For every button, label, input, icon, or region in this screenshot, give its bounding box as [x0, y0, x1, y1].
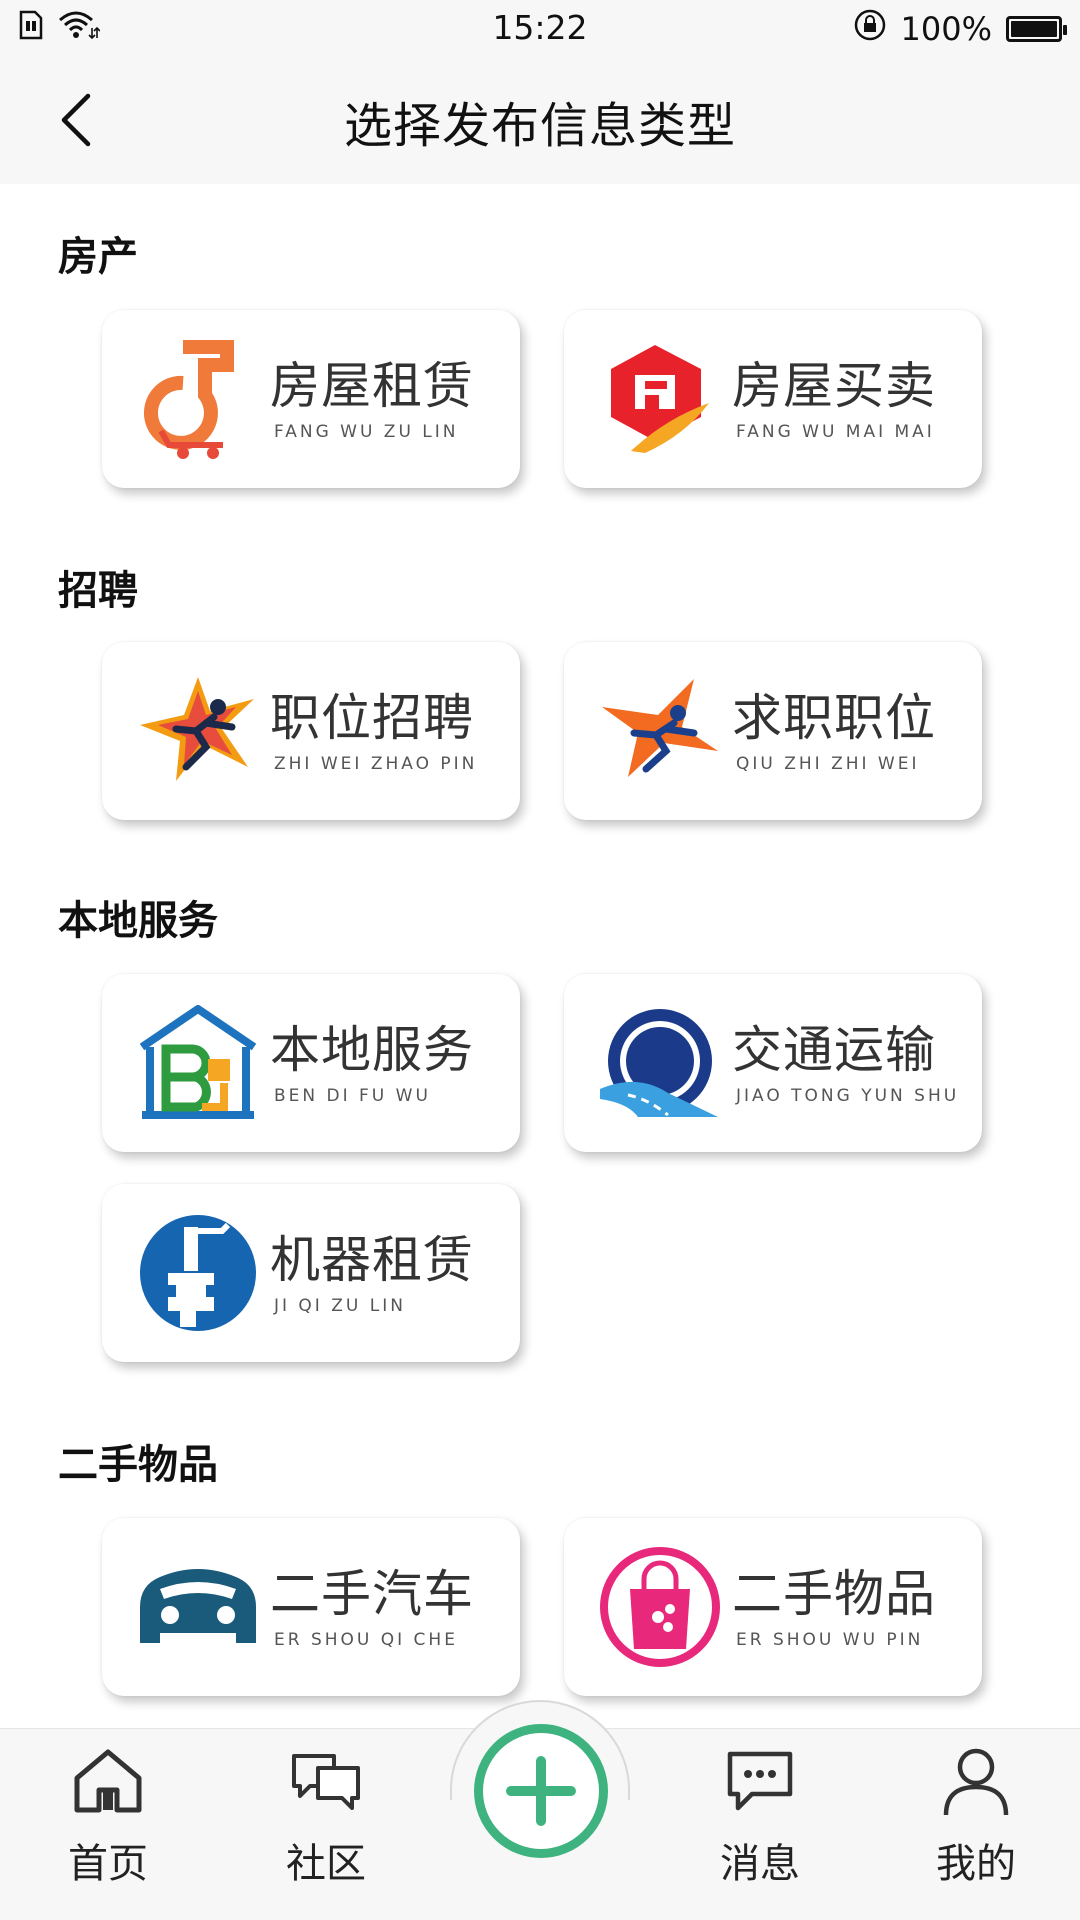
card-title: 交通运输	[732, 1021, 936, 1079]
card-house-sale[interactable]: 房屋买卖 FANG WU MAI MAI	[564, 310, 982, 488]
home-icon	[68, 1741, 148, 1821]
message-icon	[720, 1741, 800, 1821]
card-title: 二手物品	[732, 1565, 936, 1623]
section-title-second-hand: 二手物品	[58, 1442, 218, 1488]
publish-button[interactable]	[474, 1724, 608, 1858]
tab-messages[interactable]: 消息	[680, 1741, 840, 1911]
status-bar: 15:22 100%	[0, 0, 1080, 58]
card-pinyin: BEN DI FU WU	[274, 1086, 431, 1106]
user-icon	[936, 1741, 1016, 1821]
card-title: 二手汽车	[270, 1565, 474, 1623]
house-b-icon	[136, 1001, 260, 1125]
card-job-posting[interactable]: 职位招聘 ZHI WEI ZHAO PIN	[102, 642, 520, 820]
card-job-seeking[interactable]: 求职职位 QIU ZHI ZHI WEI	[564, 642, 982, 820]
key-cart-icon	[136, 337, 260, 461]
house-hexagon-icon	[598, 337, 722, 461]
tab-profile[interactable]: 我的	[896, 1741, 1056, 1911]
card-title: 机器租赁	[270, 1231, 474, 1289]
battery-icon	[1006, 16, 1067, 42]
back-button[interactable]	[44, 88, 108, 152]
card-transport[interactable]: 交通运输 JIAO TONG YUN SHU	[564, 974, 982, 1152]
nav-bar: 选择发布信息类型	[0, 58, 1080, 184]
card-title: 职位招聘	[270, 689, 474, 747]
page-title: 选择发布信息类型	[343, 98, 736, 154]
card-title: 房屋买卖	[732, 357, 936, 415]
chat-bubbles-icon	[286, 1741, 366, 1821]
card-house-rent[interactable]: 房屋租赁 FANG WU ZU LIN	[102, 310, 520, 488]
card-used-goods[interactable]: 二手物品 ER SHOU WU PIN	[564, 1518, 982, 1696]
card-pinyin: ER SHOU WU PIN	[736, 1630, 924, 1650]
card-pinyin: JIAO TONG YUN SHU	[736, 1086, 960, 1106]
card-pinyin: ER SHOU QI CHE	[274, 1630, 458, 1650]
card-title: 房屋租赁	[270, 357, 474, 415]
card-title: 本地服务	[270, 1021, 474, 1079]
section-title-property: 房产	[58, 234, 138, 280]
tab-home[interactable]: 首页	[28, 1741, 188, 1911]
card-pinyin: FANG WU ZU LIN	[274, 422, 459, 442]
card-pinyin: ZHI WEI ZHAO PIN	[274, 754, 478, 774]
tab-community[interactable]: 社区	[246, 1741, 406, 1911]
tab-label: 我的	[936, 1841, 1016, 1887]
card-machine-rent[interactable]: 机器租赁 JI QI ZU LIN	[102, 1184, 520, 1362]
tab-label: 社区	[286, 1841, 366, 1887]
section-title-recruit: 招聘	[58, 568, 138, 614]
category-list[interactable]: 房产 房屋租赁 FANG WU ZU LIN 房屋买卖 FANG WU MAI …	[0, 184, 1080, 1728]
chevron-left-icon	[61, 93, 91, 147]
card-local-service[interactable]: 本地服务 BEN DI FU WU	[102, 974, 520, 1152]
road-tunnel-icon	[598, 1001, 722, 1125]
shopping-bag-icon	[598, 1545, 722, 1669]
card-title: 求职职位	[732, 689, 936, 747]
card-pinyin: FANG WU MAI MAI	[736, 422, 935, 442]
page: 15:22 100% 选择发布信息类型 房产 房屋租赁 FANG WU ZU L…	[0, 0, 1080, 1920]
card-used-car[interactable]: 二手汽车 ER SHOU QI CHE	[102, 1518, 520, 1696]
card-pinyin: QIU ZHI ZHI WEI	[736, 754, 920, 774]
card-pinyin: JI QI ZU LIN	[274, 1296, 406, 1316]
tab-label: 首页	[68, 1841, 148, 1887]
machine-circle-icon	[136, 1211, 260, 1335]
runner-arrow-icon	[598, 669, 722, 793]
status-time: 15:22	[492, 8, 588, 47]
runner-star-icon	[136, 669, 260, 793]
plus-circle-icon	[506, 1756, 576, 1826]
section-title-local-service: 本地服务	[58, 898, 218, 944]
car-front-icon	[136, 1545, 260, 1669]
tab-label: 消息	[720, 1841, 800, 1887]
